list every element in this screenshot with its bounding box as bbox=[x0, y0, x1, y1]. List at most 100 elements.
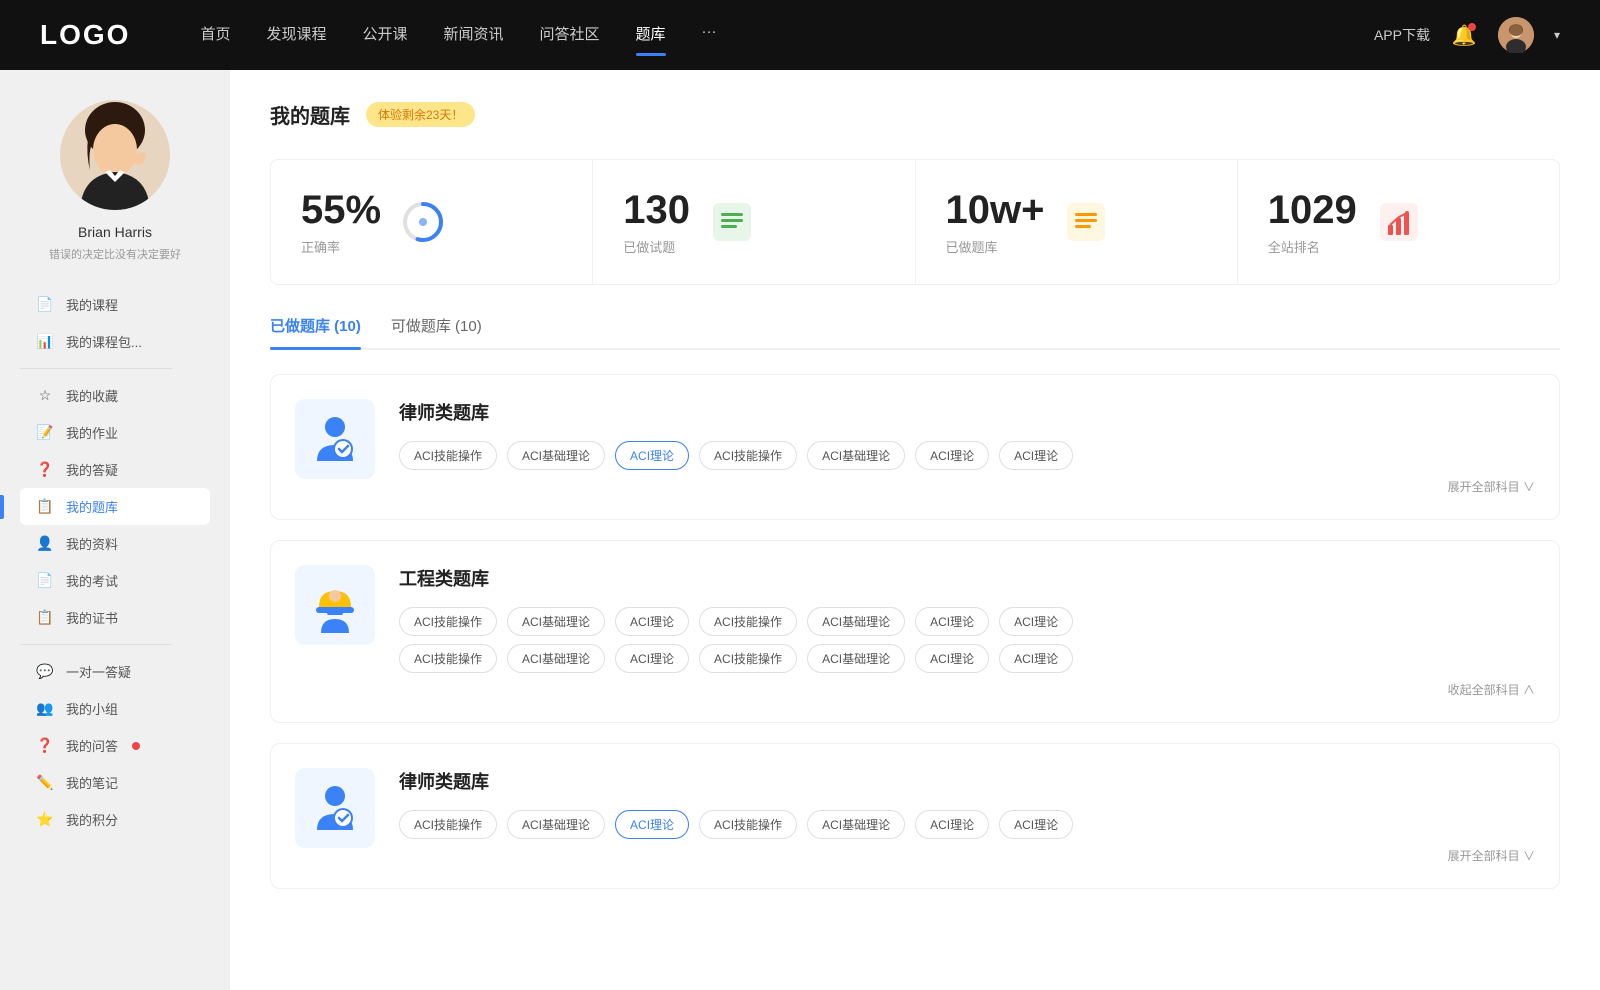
tag-3-1[interactable]: ACI技能操作 bbox=[399, 810, 497, 839]
lawyer-icon-1 bbox=[295, 399, 375, 479]
tag-3-5[interactable]: ACI基础理论 bbox=[807, 810, 905, 839]
sidebar-label-my-qa: 我的问答 bbox=[66, 736, 118, 755]
nav-item-news[interactable]: 新闻资讯 bbox=[444, 23, 504, 48]
user-motto: 错误的决定比没有决定要好 bbox=[33, 246, 197, 262]
bank-title-3: 律师类题库 bbox=[399, 768, 1535, 794]
tag-2b-1[interactable]: ACI技能操作 bbox=[399, 644, 497, 673]
packages-icon: 📊 bbox=[36, 333, 54, 351]
avatar[interactable] bbox=[1498, 17, 1534, 53]
rank-label: 全站排名 bbox=[1268, 237, 1357, 256]
profile-avatar bbox=[60, 100, 170, 210]
sidebar-label-group: 我的小组 bbox=[66, 699, 118, 718]
divider-2 bbox=[20, 644, 172, 645]
tag-3-2[interactable]: ACI基础理论 bbox=[507, 810, 605, 839]
accuracy-label: 正确率 bbox=[301, 237, 381, 256]
divider-1 bbox=[20, 368, 172, 369]
expand-link-3[interactable]: 展开全部科目 ∨ bbox=[399, 847, 1535, 864]
lawyer-icon-3 bbox=[295, 768, 375, 848]
nav-item-home[interactable]: 首页 bbox=[200, 23, 230, 48]
tag-2-2[interactable]: ACI基础理论 bbox=[507, 607, 605, 636]
stat-done-questions: 130 已做试题 bbox=[593, 160, 915, 284]
nav-item-open[interactable]: 公开课 bbox=[362, 23, 407, 48]
tab-available[interactable]: 可做题库 (10) bbox=[391, 315, 482, 348]
tag-2-7[interactable]: ACI理论 bbox=[999, 607, 1073, 636]
nav-item-discover[interactable]: 发现课程 bbox=[266, 23, 326, 48]
sidebar-item-courses[interactable]: 📄 我的课程 bbox=[20, 286, 210, 323]
accuracy-number: 55% bbox=[301, 188, 381, 233]
bank-title-1: 律师类题库 bbox=[399, 399, 1535, 425]
sidebar-item-homework[interactable]: 📝 我的作业 bbox=[20, 414, 210, 451]
sidebar-item-exam[interactable]: 📄 我的考试 bbox=[20, 562, 210, 599]
stat-accuracy: 55% 正确率 bbox=[271, 160, 593, 284]
tag-2b-3[interactable]: ACI理论 bbox=[615, 644, 689, 673]
done-questions-number: 130 bbox=[623, 188, 690, 233]
nav-links: 首页 发现课程 公开课 新闻资讯 问答社区 题库 ··· bbox=[200, 23, 1334, 48]
sidebar-item-one-on-one[interactable]: 💬 一对一答疑 bbox=[20, 653, 210, 690]
tabs: 已做题库 (10) 可做题库 (10) bbox=[270, 315, 1560, 350]
tag-2-3[interactable]: ACI理论 bbox=[615, 607, 689, 636]
app-download-button[interactable]: APP下载 bbox=[1374, 25, 1430, 45]
tags-row-2b: ACI技能操作 ACI基础理论 ACI理论 ACI技能操作 ACI基础理论 AC… bbox=[399, 644, 1535, 673]
collapse-link-2[interactable]: 收起全部科目 ∧ bbox=[399, 681, 1535, 698]
bank-content-3: 律师类题库 ACI技能操作 ACI基础理论 ACI理论 ACI技能操作 ACI基… bbox=[399, 768, 1535, 864]
stat-done-banks: 10w+ 已做题库 bbox=[916, 160, 1238, 284]
my-qa-icon: ❓ bbox=[36, 737, 54, 755]
stat-value-done-questions: 130 已做试题 bbox=[623, 188, 690, 256]
done-questions-label: 已做试题 bbox=[623, 237, 690, 256]
user-name: Brian Harris bbox=[78, 224, 152, 240]
sidebar-item-packages[interactable]: 📊 我的课程包... bbox=[20, 323, 210, 360]
tag-2b-7[interactable]: ACI理论 bbox=[999, 644, 1073, 673]
sidebar-menu: 📄 我的课程 📊 我的课程包... ☆ 我的收藏 📝 我的作业 ❓ 我的答疑 � bbox=[0, 286, 230, 838]
notification-bell[interactable]: 🔔 bbox=[1450, 21, 1478, 49]
tag-1-1[interactable]: ACI技能操作 bbox=[399, 441, 497, 470]
tag-1-6[interactable]: ACI理论 bbox=[915, 441, 989, 470]
favorites-icon: ☆ bbox=[36, 387, 54, 405]
nav-item-bank[interactable]: 题库 bbox=[636, 23, 666, 48]
sidebar-item-questions[interactable]: ❓ 我的答疑 bbox=[20, 451, 210, 488]
bank-content-2: 工程类题库 ACI技能操作 ACI基础理论 ACI理论 ACI技能操作 ACI基… bbox=[399, 565, 1535, 698]
sidebar-label-courses: 我的课程 bbox=[66, 295, 118, 314]
sidebar-item-favorites[interactable]: ☆ 我的收藏 bbox=[20, 377, 210, 414]
tag-1-3[interactable]: ACI理论 bbox=[615, 441, 689, 470]
sidebar-item-points[interactable]: ⭐ 我的积分 bbox=[20, 801, 210, 838]
tag-2-4[interactable]: ACI技能操作 bbox=[699, 607, 797, 636]
sidebar-label-points: 我的积分 bbox=[66, 810, 118, 829]
tag-3-3[interactable]: ACI理论 bbox=[615, 810, 689, 839]
user-menu-chevron[interactable]: ▾ bbox=[1554, 28, 1560, 42]
bank-title-2: 工程类题库 bbox=[399, 565, 1535, 591]
sidebar-item-profile[interactable]: 👤 我的资料 bbox=[20, 525, 210, 562]
tag-1-2[interactable]: ACI基础理论 bbox=[507, 441, 605, 470]
sidebar: Brian Harris 错误的决定比没有决定要好 📄 我的课程 📊 我的课程包… bbox=[0, 70, 230, 990]
sidebar-item-bank[interactable]: 📋 我的题库 bbox=[20, 488, 210, 525]
tag-1-4[interactable]: ACI技能操作 bbox=[699, 441, 797, 470]
nav-item-more[interactable]: ··· bbox=[702, 23, 717, 48]
tag-2b-6[interactable]: ACI理论 bbox=[915, 644, 989, 673]
sidebar-label-favorites: 我的收藏 bbox=[66, 386, 118, 405]
tags-row-3: ACI技能操作 ACI基础理论 ACI理论 ACI技能操作 ACI基础理论 AC… bbox=[399, 810, 1535, 839]
tag-3-7[interactable]: ACI理论 bbox=[999, 810, 1073, 839]
stat-rank: 1029 全站排名 bbox=[1238, 160, 1559, 284]
bank-card-3: 律师类题库 ACI技能操作 ACI基础理论 ACI理论 ACI技能操作 ACI基… bbox=[270, 743, 1560, 889]
tag-2-5[interactable]: ACI基础理论 bbox=[807, 607, 905, 636]
tag-2b-5[interactable]: ACI基础理论 bbox=[807, 644, 905, 673]
tag-3-6[interactable]: ACI理论 bbox=[915, 810, 989, 839]
sidebar-item-group[interactable]: 👥 我的小组 bbox=[20, 690, 210, 727]
tag-3-4[interactable]: ACI技能操作 bbox=[699, 810, 797, 839]
tag-2b-2[interactable]: ACI基础理论 bbox=[507, 644, 605, 673]
sidebar-item-my-qa[interactable]: ❓ 我的问答 bbox=[20, 727, 210, 764]
sidebar-item-certificate[interactable]: 📋 我的证书 bbox=[20, 599, 210, 636]
done-banks-icon bbox=[1064, 200, 1108, 244]
one-on-one-icon: 💬 bbox=[36, 663, 54, 681]
expand-link-1[interactable]: 展开全部科目 ∨ bbox=[399, 478, 1535, 495]
page-header: 我的题库 体验剩余23天！ bbox=[270, 100, 1560, 129]
nav-item-qa[interactable]: 问答社区 bbox=[540, 23, 600, 48]
sidebar-item-notes[interactable]: ✏️ 我的笔记 bbox=[20, 764, 210, 801]
certificate-icon: 📋 bbox=[36, 609, 54, 627]
tag-1-7[interactable]: ACI理论 bbox=[999, 441, 1073, 470]
tag-2-1[interactable]: ACI技能操作 bbox=[399, 607, 497, 636]
tag-1-5[interactable]: ACI基础理论 bbox=[807, 441, 905, 470]
notes-icon: ✏️ bbox=[36, 774, 54, 792]
tag-2b-4[interactable]: ACI技能操作 bbox=[699, 644, 797, 673]
tab-done[interactable]: 已做题库 (10) bbox=[270, 315, 361, 348]
tag-2-6[interactable]: ACI理论 bbox=[915, 607, 989, 636]
